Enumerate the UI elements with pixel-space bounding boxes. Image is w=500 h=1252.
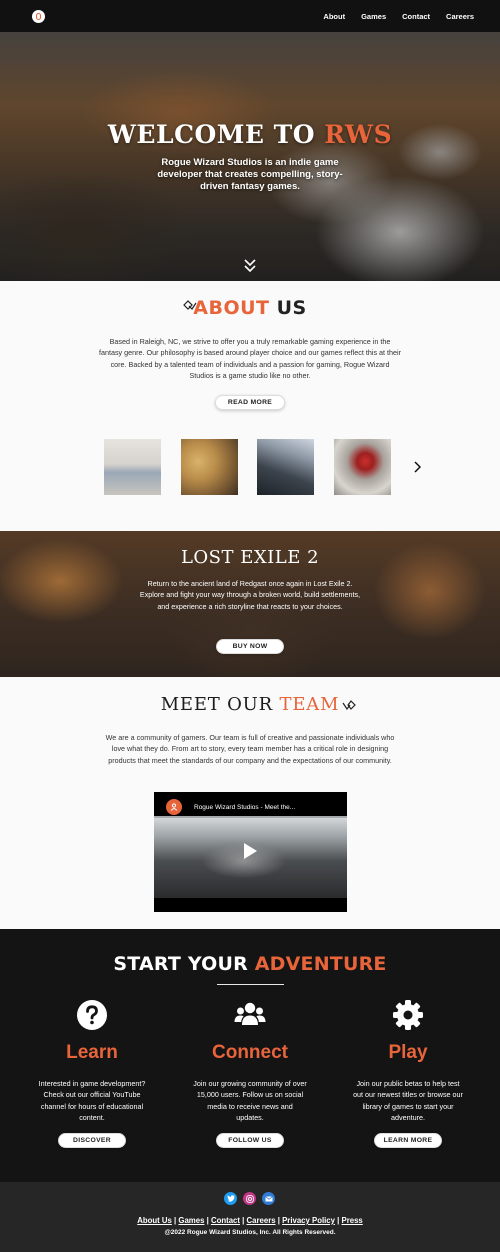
footer-link-careers[interactable]: Careers (247, 1216, 276, 1225)
gear-icon (393, 1000, 423, 1030)
buy-now-button[interactable]: BUY NOW (216, 639, 284, 654)
instagram-icon[interactable] (243, 1192, 256, 1205)
top-nav: About Games Contact Careers (0, 0, 500, 32)
discover-button[interactable]: DISCOVER (58, 1133, 126, 1148)
video-title[interactable]: Rogue Wizard Studios - Meet the... (194, 804, 295, 811)
footer-link-about-us[interactable]: About Us (137, 1216, 172, 1225)
play-icon[interactable] (242, 842, 258, 860)
footer-link-press[interactable]: Press (342, 1216, 363, 1225)
footer-link-privacy-policy[interactable]: Privacy Policy (282, 1216, 335, 1225)
chevron-right-icon[interactable] (413, 461, 421, 473)
footer: About Us | Games | Contact | Careers | P… (0, 1182, 500, 1252)
video-bottom-bar (154, 898, 347, 912)
twitter-icon[interactable] (224, 1192, 237, 1205)
learn-more-button[interactable]: LEARN MORE (374, 1133, 442, 1148)
users-icon (234, 1002, 266, 1025)
learn-heading: Learn (66, 1042, 118, 1063)
nav-link-about[interactable]: About (323, 12, 345, 21)
footer-separator: | (206, 1216, 209, 1225)
about-text: Based in Raleigh, NC, we strive to offer… (98, 337, 402, 380)
play-heading: Play (388, 1042, 428, 1063)
team-title: MEET OUR TEAM (160, 694, 340, 715)
footer-separator: | (337, 1216, 340, 1225)
gallery-thumb-buildings[interactable] (257, 439, 314, 495)
footer-links: About Us | Games | Contact | Careers | P… (0, 1216, 500, 1225)
channel-avatar-icon[interactable] (166, 799, 182, 815)
hero-subtitle: Rogue Wizard Studios is an indie game de… (157, 157, 343, 192)
gallery-thumb-office[interactable] (104, 439, 161, 495)
about-title: ABOUT US (193, 297, 307, 319)
hero-banner: WELCOME TO RWS Rogue Wizard Studios is a… (0, 32, 500, 281)
video-player[interactable]: Rogue Wizard Studios - Meet the... (154, 792, 347, 912)
team-text: We are a community of gamers. Our team i… (105, 733, 395, 765)
adventure-section: START YOUR ADVENTURE Learn Interested in… (0, 929, 500, 1182)
lost-exile-text: Return to the ancient land of Redgast on… (139, 579, 361, 611)
adventure-title: START YOUR ADVENTURE (113, 953, 387, 975)
connect-heading: Connect (212, 1042, 288, 1063)
footer-separator: | (277, 1216, 280, 1225)
lost-exile-banner: LOST EXILE 2 Return to the ancient land … (0, 531, 500, 677)
logo-icon[interactable] (32, 9, 45, 23)
title-divider (217, 984, 284, 985)
gallery-thumb-dragon[interactable] (334, 439, 391, 495)
nav-links: About Games Contact Careers (323, 12, 474, 21)
read-more-button[interactable]: READ MORE (215, 395, 285, 410)
question-icon (77, 1000, 107, 1030)
footer-separator: | (174, 1216, 177, 1225)
nav-link-careers[interactable]: Careers (446, 12, 474, 21)
footer-link-contact[interactable]: Contact (211, 1216, 240, 1225)
gallery-thumb-boardgame[interactable] (181, 439, 238, 495)
footer-separator: | (242, 1216, 245, 1225)
follow-us-button[interactable]: FOLLOW US (216, 1133, 284, 1148)
nav-link-games[interactable]: Games (361, 12, 386, 21)
nav-link-contact[interactable]: Contact (402, 12, 430, 21)
diamond-deco-icon (342, 700, 356, 710)
email-icon[interactable] (262, 1192, 275, 1205)
scroll-down-icon[interactable] (243, 258, 257, 274)
copyright-text: @2022 Rogue Wizard Studios, Inc. All Rig… (164, 1229, 336, 1236)
footer-link-games[interactable]: Games (178, 1216, 204, 1225)
hero-title: WELCOME TO RWS (107, 120, 393, 149)
play-text: Join our public betas to help test out o… (353, 1079, 463, 1122)
learn-text: Interested in game development? Check ou… (38, 1079, 146, 1122)
connect-text: Join our growing community of over 15,00… (193, 1079, 307, 1122)
lost-exile-title: LOST EXILE 2 (180, 547, 320, 568)
